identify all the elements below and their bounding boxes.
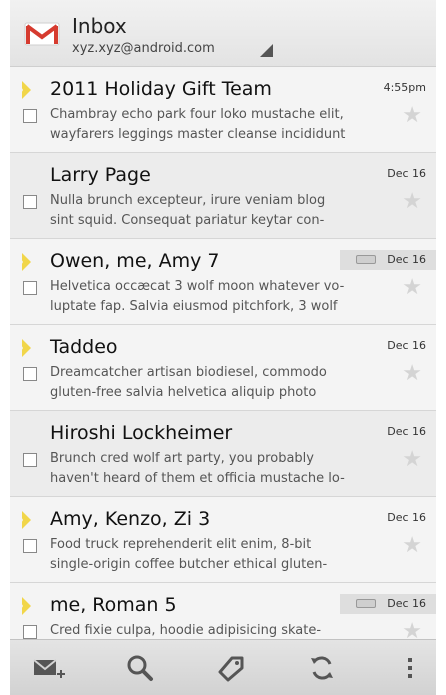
- select-checkbox[interactable]: [23, 453, 37, 467]
- compose-icon: [33, 659, 65, 678]
- message-row[interactable]: me, Roman 5 Dec 16 Cred fixie culpa, hoodi…: [10, 583, 436, 639]
- message-row[interactable]: Hiroshi Lockheimer Dec 16 Brunch cred wolf…: [10, 411, 436, 497]
- message-sender: Taddeo: [50, 336, 118, 358]
- account-dropdown-icon[interactable]: [260, 44, 273, 57]
- message-list: 2011 Holiday Gift Team 4:55pm Chambray ech…: [10, 67, 436, 639]
- label-tag-icon: [356, 255, 376, 264]
- importance-marker-icon[interactable]: [18, 339, 31, 357]
- message-snippet: Dreamcatcher artisan biodiesel, commodo …: [50, 365, 327, 400]
- select-checkbox[interactable]: [23, 281, 37, 295]
- message-sender: 2011 Holiday Gift Team: [50, 78, 272, 100]
- select-checkbox[interactable]: [23, 539, 37, 553]
- star-icon[interactable]: ★: [402, 619, 422, 639]
- message-date: Dec 16: [387, 425, 426, 438]
- compose-button[interactable]: [28, 648, 68, 688]
- inbox-title[interactable]: Inbox: [72, 14, 127, 38]
- label-tag-icon: [356, 599, 376, 608]
- label-icon: [218, 656, 244, 682]
- app-header: Inbox xyz.xyz@android.com: [10, 0, 436, 67]
- select-checkbox[interactable]: [23, 109, 37, 123]
- message-row[interactable]: 2011 Holiday Gift Team 4:55pm Chambray ech…: [10, 67, 436, 153]
- search-icon: [127, 655, 153, 681]
- bottom-action-bar: [10, 639, 436, 695]
- select-checkbox[interactable]: [23, 367, 37, 381]
- message-date: 4:55pm: [383, 81, 426, 94]
- importance-marker-icon[interactable]: [18, 511, 31, 529]
- select-checkbox[interactable]: [23, 195, 37, 209]
- message-date: Dec 16: [387, 167, 426, 180]
- message-snippet: Brunch cred wolf art party, you probably…: [50, 451, 345, 486]
- message-date: Dec 16: [387, 511, 426, 524]
- message-sender: me, Roman 5: [50, 594, 177, 616]
- message-row[interactable]: Amy, Kenzo, Zi 3 Dec 16 Food truck reprehe…: [10, 497, 436, 583]
- message-snippet: Chambray echo park four loko mustache el…: [50, 107, 346, 142]
- star-icon[interactable]: ★: [402, 447, 422, 472]
- message-snippet: Nulla brunch excepteur, irure veniam blo…: [50, 193, 326, 228]
- message-date: Dec 16: [387, 339, 426, 352]
- overflow-menu-icon: [408, 658, 412, 678]
- labels-button[interactable]: [210, 648, 250, 688]
- overflow-menu-button[interactable]: [390, 648, 430, 688]
- message-snippet: Food truck reprehenderit elit enim, 8-bi…: [50, 537, 328, 572]
- star-icon[interactable]: ★: [402, 275, 422, 300]
- gmail-app: Inbox xyz.xyz@android.com 2011 Holiday G…: [10, 0, 436, 695]
- star-icon[interactable]: ★: [402, 189, 422, 214]
- message-sender: Amy, Kenzo, Zi 3: [50, 508, 211, 530]
- message-sender: Larry Page: [50, 164, 151, 186]
- message-sender: Owen, me, Amy 7: [50, 250, 220, 272]
- message-row[interactable]: Larry Page Dec 16 Nulla brunch excepteur, …: [10, 153, 436, 239]
- message-date: Dec 16: [387, 597, 426, 610]
- importance-marker-icon[interactable]: [18, 81, 31, 99]
- star-icon[interactable]: ★: [402, 533, 422, 558]
- message-sender: Hiroshi Lockheimer: [50, 422, 233, 444]
- star-icon[interactable]: ★: [402, 103, 422, 128]
- select-checkbox[interactable]: [23, 625, 37, 639]
- message-row[interactable]: Taddeo Dec 16 Dreamcatcher artisan biodies…: [10, 325, 436, 411]
- message-snippet: Cred fixie culpa, hoodie adipisicing ska…: [50, 623, 322, 638]
- account-name[interactable]: xyz.xyz@android.com: [72, 41, 215, 56]
- star-icon[interactable]: ★: [402, 361, 422, 386]
- importance-marker-icon[interactable]: [18, 597, 31, 615]
- message-date: Dec 16: [387, 253, 426, 266]
- search-button[interactable]: [120, 648, 160, 688]
- message-row[interactable]: Owen, me, Amy 7 Dec 16 Helvetica occæcat 3…: [10, 239, 436, 325]
- refresh-icon: [311, 656, 333, 680]
- gmail-envelope-icon[interactable]: [24, 22, 60, 46]
- message-snippet: Helvetica occæcat 3 wolf moon whatever v…: [50, 279, 345, 314]
- refresh-button[interactable]: [302, 648, 342, 688]
- importance-marker-icon[interactable]: [18, 253, 31, 271]
